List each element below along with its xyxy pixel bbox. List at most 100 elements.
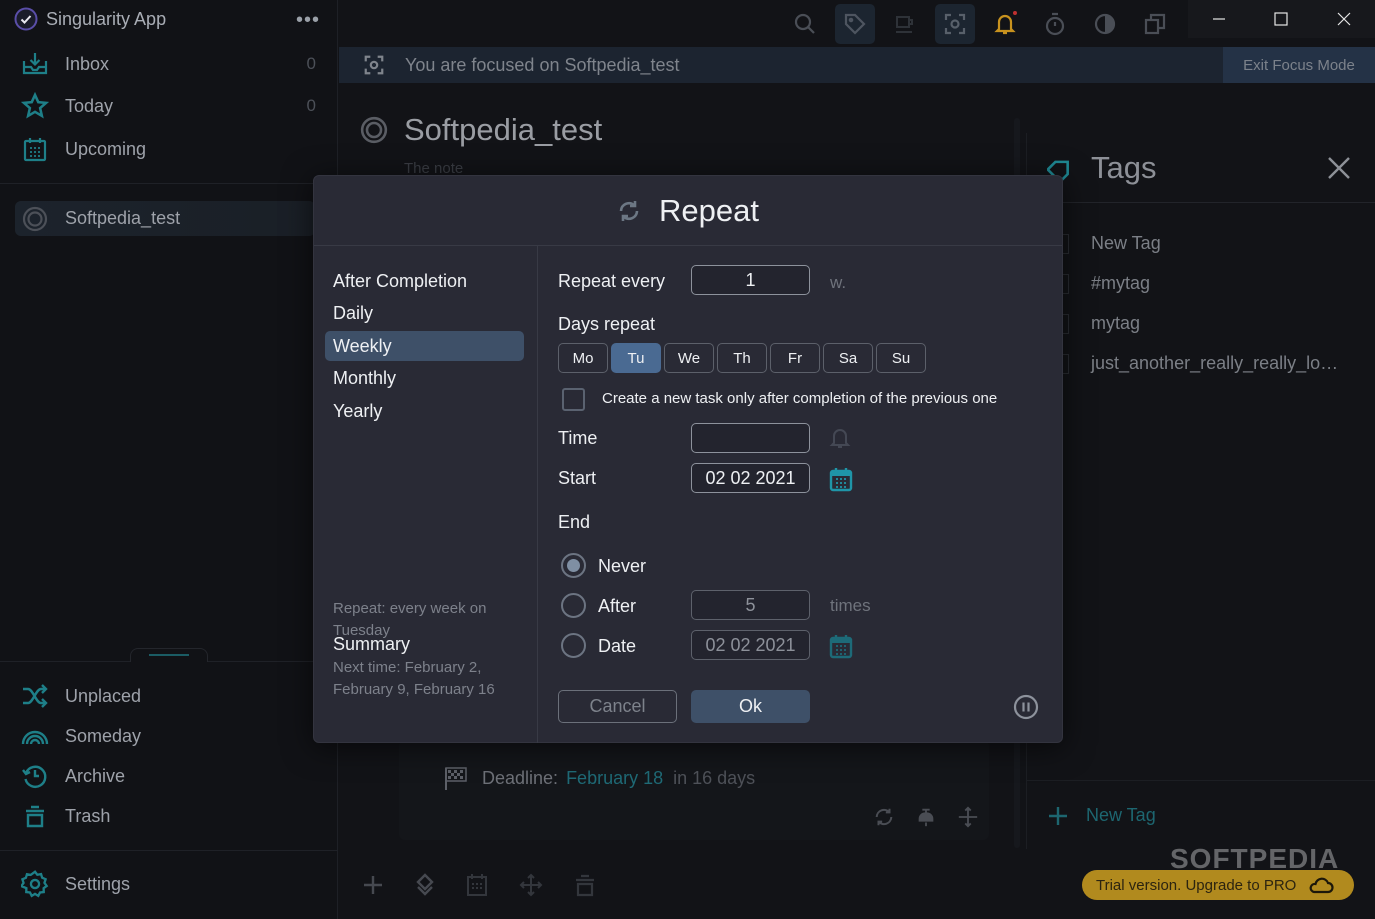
calendar-icon[interactable] bbox=[466, 873, 488, 897]
frequency-monthly[interactable]: Monthly bbox=[325, 363, 524, 393]
bell-icon[interactable] bbox=[828, 426, 852, 450]
end-calendar-icon[interactable] bbox=[829, 633, 853, 659]
summary-next: Next time: February 2, February 9, Febru… bbox=[333, 659, 495, 698]
start-date-input[interactable]: 02 02 2021 bbox=[691, 463, 810, 493]
ok-button[interactable]: Ok bbox=[691, 690, 810, 723]
notifications-button[interactable] bbox=[985, 4, 1025, 44]
more-menu-button[interactable]: ••• bbox=[296, 9, 320, 32]
sidebar-resize-handle[interactable] bbox=[130, 648, 208, 662]
trash-icon[interactable] bbox=[574, 873, 596, 897]
sidebar-item-today[interactable]: Today 0 bbox=[20, 88, 320, 124]
timer-button[interactable] bbox=[1035, 4, 1075, 44]
tag-label: #mytag bbox=[1091, 273, 1151, 293]
time-input[interactable] bbox=[691, 423, 810, 453]
upgrade-pro-button[interactable]: Trial version. Upgrade to PRO bbox=[1082, 870, 1354, 900]
layers-icon[interactable] bbox=[414, 873, 436, 897]
new-tag-button[interactable]: New Tag bbox=[1026, 780, 1375, 850]
frequency-after-completion[interactable]: After Completion bbox=[325, 266, 524, 296]
tag-item[interactable]: New Tag bbox=[1057, 233, 1161, 254]
gear-icon bbox=[20, 869, 50, 899]
sidebar-item-label: Archive bbox=[65, 765, 126, 786]
maximize-button[interactable] bbox=[1250, 0, 1312, 38]
task-title: Softpedia_test bbox=[360, 112, 602, 148]
sidebar-item-archive[interactable]: Archive bbox=[20, 758, 320, 794]
sidebar-divider bbox=[0, 850, 338, 851]
deadline-relative: in 16 days bbox=[673, 767, 756, 788]
sidebar-project-softpedia-test[interactable]: Softpedia_test bbox=[15, 201, 315, 236]
tags-panel: Tags New Tag #mytag mytag just_another_r… bbox=[1026, 133, 1375, 849]
focus-mode-button[interactable] bbox=[935, 4, 975, 44]
close-window-button[interactable] bbox=[1313, 0, 1375, 38]
bell-reminder-icon[interactable] bbox=[915, 806, 937, 828]
sidebar-item-trash[interactable]: Trash bbox=[20, 798, 320, 834]
search-button[interactable] bbox=[785, 4, 825, 44]
sidebar-item-unplaced[interactable]: Unplaced bbox=[20, 678, 320, 714]
notification-dot bbox=[1013, 11, 1017, 15]
bell-icon bbox=[994, 14, 1016, 35]
minimize-button[interactable] bbox=[1188, 0, 1250, 38]
frequency-weekly[interactable]: Weekly bbox=[325, 331, 524, 361]
day-mo[interactable]: Mo bbox=[558, 343, 608, 373]
sidebar-item-upcoming[interactable]: Upcoming bbox=[20, 131, 320, 167]
sidebar-item-settings[interactable]: Settings bbox=[20, 866, 320, 902]
tag-item[interactable]: just_another_really_really_lo… bbox=[1057, 353, 1338, 374]
window-controls bbox=[1188, 0, 1375, 38]
day-su[interactable]: Su bbox=[876, 343, 926, 373]
checkered-flag-icon bbox=[445, 767, 467, 790]
day-we[interactable]: We bbox=[664, 343, 714, 373]
shuffle-icon bbox=[20, 681, 50, 711]
tag-item[interactable]: mytag bbox=[1057, 313, 1140, 334]
repeat-dialog-header: Repeat bbox=[314, 176, 1062, 246]
frequency-daily[interactable]: Daily bbox=[325, 298, 524, 328]
day-tu[interactable]: Tu bbox=[611, 343, 661, 373]
project-label: Softpedia_test bbox=[65, 208, 181, 228]
deadline-date[interactable]: February 18 bbox=[566, 768, 663, 789]
cloud-icon bbox=[1310, 877, 1334, 894]
end-label: End bbox=[558, 512, 591, 532]
theme-toggle-button[interactable] bbox=[1085, 4, 1125, 44]
close-icon bbox=[1337, 12, 1351, 26]
close-icon bbox=[1328, 156, 1350, 179]
windows-button[interactable] bbox=[1135, 4, 1175, 44]
end-after-label: After bbox=[598, 596, 637, 616]
tag-label: mytag bbox=[1091, 313, 1141, 333]
start-calendar-icon[interactable] bbox=[829, 466, 853, 492]
sidebar-item-label: Today bbox=[65, 95, 114, 116]
today-count: 0 bbox=[306, 96, 316, 115]
close-tags-panel-button[interactable] bbox=[1327, 156, 1351, 180]
repeat-icon[interactable] bbox=[873, 806, 895, 828]
app-logo-icon bbox=[14, 7, 38, 31]
sidebar-item-label: Settings bbox=[65, 873, 131, 894]
repeat-icon bbox=[619, 200, 639, 221]
end-date-radio[interactable] bbox=[561, 633, 586, 658]
focus-mode-bar: You are focused on Softpedia_test Exit F… bbox=[339, 47, 1375, 83]
day-th[interactable]: Th bbox=[717, 343, 767, 373]
end-date-label: Date bbox=[598, 636, 637, 656]
day-fr[interactable]: Fr bbox=[770, 343, 820, 373]
project-circle-icon bbox=[15, 206, 55, 232]
sidebar-item-inbox[interactable]: Inbox 0 bbox=[20, 46, 320, 82]
end-after-radio[interactable] bbox=[561, 593, 586, 618]
tag-item[interactable]: #mytag bbox=[1057, 273, 1150, 294]
end-never-radio[interactable] bbox=[561, 553, 586, 578]
add-icon[interactable] bbox=[362, 873, 384, 897]
end-after-count-input[interactable]: 5 bbox=[691, 590, 810, 620]
frequency-yearly[interactable]: Yearly bbox=[325, 396, 524, 426]
expand-arrows-icon[interactable] bbox=[518, 873, 544, 897]
calendar-icon bbox=[20, 134, 50, 164]
create-after-completion-checkbox[interactable] bbox=[562, 388, 585, 411]
pause-repeat-button[interactable] bbox=[1013, 694, 1039, 720]
move-icon[interactable] bbox=[957, 806, 979, 828]
sidebar-item-someday[interactable]: Someday bbox=[20, 718, 320, 754]
repeat-every-input[interactable]: 1 bbox=[691, 265, 810, 295]
exit-focus-mode-button[interactable]: Exit Focus Mode bbox=[1223, 47, 1375, 83]
break-button[interactable] bbox=[885, 4, 925, 44]
inbox-icon bbox=[20, 49, 50, 79]
day-sa[interactable]: Sa bbox=[823, 343, 873, 373]
cancel-button[interactable]: Cancel bbox=[558, 690, 677, 723]
focus-icon bbox=[363, 54, 385, 76]
deadline-label: Deadline: bbox=[482, 767, 559, 788]
bottom-toolbar bbox=[362, 873, 596, 897]
tags-button[interactable] bbox=[835, 4, 875, 44]
end-date-input[interactable]: 02 02 2021 bbox=[691, 630, 810, 660]
